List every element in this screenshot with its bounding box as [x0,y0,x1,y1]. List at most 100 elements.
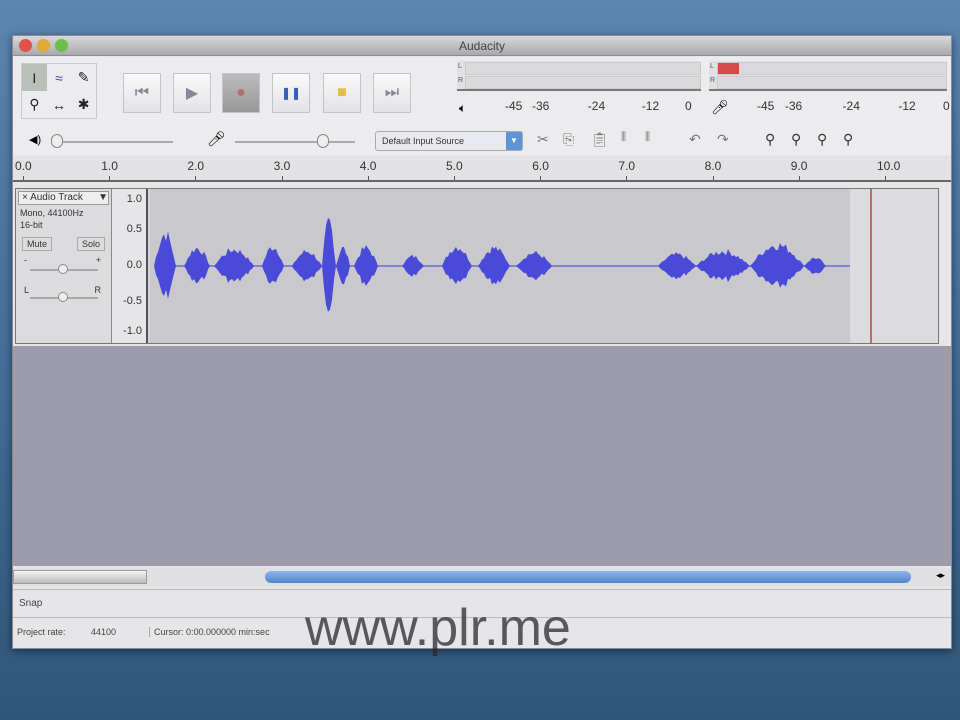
undo-icon[interactable]: ↶ [689,131,701,148]
fit-project-icon[interactable]: ⚲ [843,131,853,148]
project-rate-value[interactable]: 44100 [91,627,116,637]
input-mic-icon: 🎤︎ [207,131,227,148]
gain-minus-label: - [24,255,27,265]
selection-tool-icon[interactable]: I [22,64,47,91]
mute-button[interactable]: Mute [22,237,53,251]
scroll-arrows-icon[interactable]: ◂▸ [936,570,945,581]
timeline-ruler[interactable]: 0.0 1.0 2.0 3.0 4.0 5.0 6.0 7.0 8.0 9.0 10.0 [13,156,951,182]
paste-icon[interactable]: 📋︎ [591,131,609,148]
track-format: Mono, 44100Hz [20,208,84,218]
scrollbar-thumb[interactable] [265,571,911,583]
playback-meter[interactable]: L R [457,61,701,91]
ruler-tick-label: 3.0 [273,159,291,173]
ruler-tick-label: 9.0 [790,159,808,173]
empty-track-area[interactable] [13,346,951,566]
scroll-left-area[interactable] [13,570,147,584]
scale-label: 0.5 [126,223,142,235]
input-source-select[interactable]: Default Input Source ▼ [375,131,523,151]
ruler-tick-label: 0.0 [15,159,32,173]
ruler-tick [109,176,111,180]
redo-icon[interactable]: ↷ [717,131,729,148]
chevron-down-icon: ▼ [98,192,108,203]
ruler-tick [885,176,886,180]
gain-slider[interactable]: - + [16,251,111,281]
meter-scale-label: 0 [943,99,950,113]
microphone-icon[interactable]: 🎤︎ [711,99,729,116]
silence-icon[interactable]: ⫼ [645,131,650,144]
amplitude-scale: 1.0 0.5 0.0 -0.5 -1.0 [112,189,148,343]
ruler-tick [454,176,455,180]
channel-label: R [458,77,464,84]
track-bitdepth: 16-bit [20,220,43,230]
ruler-tick-label: 4.0 [359,159,377,173]
cut-icon[interactable]: ✂ [537,131,549,148]
meter-scale-label: -45 [505,99,523,113]
minimize-button[interactable] [37,39,50,52]
ruler-tick [195,176,197,180]
gain-plus-label: + [95,255,101,265]
skip-start-button[interactable]: ⏮ [123,73,161,113]
record-meter[interactable]: L R [709,61,947,91]
channel-label: L [710,63,714,70]
meter-scale-label: -24 [587,99,606,113]
meter-scale-label: -36 [532,99,550,113]
track-name-menu[interactable]: × Audio Track ▼ [18,191,109,205]
meter-scale-label: 0 [685,99,692,113]
envelope-tool-icon[interactable]: ≈ [47,64,72,91]
solo-button[interactable]: Solo [76,237,105,251]
ruler-tick-label: 1.0 [101,159,118,173]
scale-label: 0.0 [126,259,142,271]
multi-tool-icon[interactable]: ✱ [71,91,96,118]
meter-scale-label: -36 [784,99,803,113]
scale-label: -1.0 [123,325,142,337]
zoom-out-icon[interactable]: ⚲ [791,131,801,148]
input-volume-slider[interactable] [235,134,355,148]
meter-scale-label: -12 [641,99,660,113]
trim-icon[interactable]: ⫼ [621,131,626,144]
watermark: www.plr.me [305,599,571,657]
fit-selection-icon[interactable]: ⚲ [817,131,827,148]
speaker-icon[interactable]: 🔈︎ [459,101,466,116]
ruler-tick-label: 8.0 [704,159,722,173]
snap-label[interactable]: Snap [19,598,42,609]
meter-toolbar: L R L R [457,61,947,91]
ruler-tick [23,176,24,180]
audacity-window: Audacity I ≈ ✎ ⚲ ↔ ✱ ⏮ ▶ ● ❚❚ ■ ⏭ L R L … [12,35,952,649]
stop-button[interactable]: ■ [323,73,361,113]
pause-button[interactable]: ❚❚ [272,73,310,113]
chevron-down-icon: ▼ [506,132,522,150]
pan-slider[interactable]: L R [16,281,111,311]
ruler-tick [540,176,542,180]
record-button[interactable]: ● [222,73,260,113]
track-name: Audio Track [30,192,83,203]
scale-label: 1.0 [126,193,142,205]
toolbar: I ≈ ✎ ⚲ ↔ ✱ ⏮ ▶ ● ❚❚ ■ ⏭ L R L R 🔈︎ 🎤︎ -… [13,57,951,155]
input-source-value: Default Input Source [382,136,465,146]
title-bar: Audacity [13,36,951,56]
skip-end-button[interactable]: ⏭ [373,73,411,113]
audio-track: × Audio Track ▼ Mono, 44100Hz 16-bit Mut… [15,188,939,344]
timeshift-tool-icon[interactable]: ↔ [47,91,72,118]
close-button[interactable] [19,39,32,52]
horizontal-scrollbar[interactable]: ◂▸ [13,568,951,586]
ruler-tick-label: 10.0 [877,159,901,173]
meter-scale-label: -45 [757,99,775,113]
draw-tool-icon[interactable]: ✎ [71,64,96,91]
mixer-edit-toolbar: ◀) 🎤︎ Default Input Source ▼ ✂ ⎘ 📋︎ ⫼ ⫼ ↶… [13,129,951,153]
scale-label: -0.5 [123,295,142,307]
track-control-panel: × Audio Track ▼ Mono, 44100Hz 16-bit Mut… [16,189,112,343]
meter-scale-label: -24 [842,99,860,113]
window-title: Audacity [458,39,506,53]
tools-toolbar: I ≈ ✎ ⚲ ↔ ✱ [21,63,97,119]
play-button[interactable]: ▶ [173,73,211,113]
output-volume-slider[interactable] [51,134,173,148]
zoom-button[interactable] [55,39,68,52]
waveform[interactable] [150,189,938,343]
zoom-tool-icon[interactable]: ⚲ [22,91,47,118]
copy-icon[interactable]: ⎘ [563,131,574,148]
zoom-in-icon[interactable]: ⚲ [765,131,775,148]
ruler-tick [626,176,628,180]
channel-label: L [458,63,462,70]
pan-left-label: L [24,285,30,295]
ruler-tick-label: 2.0 [187,159,205,173]
